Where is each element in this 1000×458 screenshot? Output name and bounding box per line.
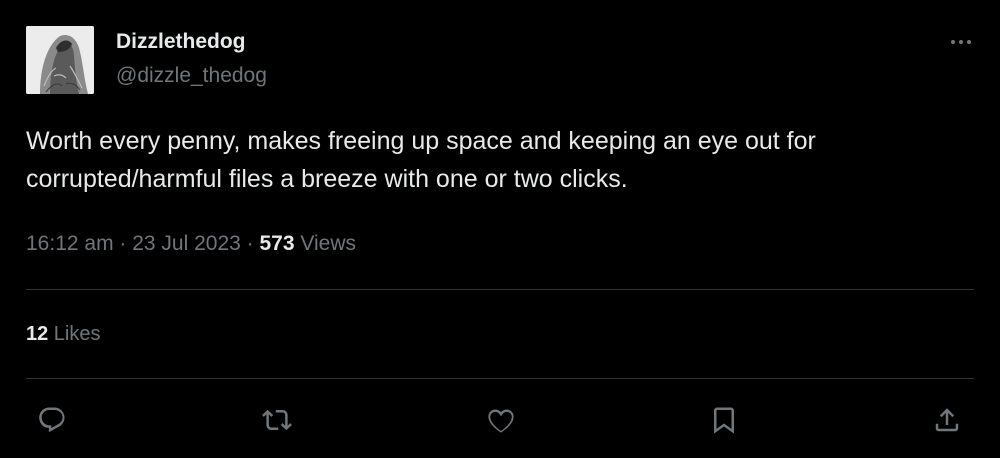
bookmark-icon (714, 407, 734, 434)
likes-link[interactable]: 12 Likes (26, 323, 101, 346)
tweet-text: Worth every penny, makes freeing up spac… (26, 127, 816, 193)
likes-label: Likes (48, 323, 101, 345)
more-horizontal-icon (951, 40, 971, 44)
divider (26, 378, 974, 379)
tweet-meta: 16:12 am · 23 Jul 2023 · 573 Views (26, 232, 356, 256)
likes-count: 12 (26, 323, 49, 345)
views-count: 573 (259, 232, 295, 255)
tweet-date[interactable]: 23 Jul 2023 (132, 232, 241, 255)
author-name[interactable]: Dizzlethedog (116, 30, 246, 54)
meta-separator: · (240, 232, 260, 255)
divider (26, 289, 974, 290)
author-handle[interactable]: @dizzle_thedog (116, 64, 267, 88)
reply-button[interactable] (35, 403, 69, 437)
tweet-header: Dizzlethedog @dizzle_thedog (26, 26, 974, 94)
bookmark-button[interactable] (707, 403, 741, 437)
share-button[interactable] (930, 403, 964, 437)
views-label: Views (294, 232, 357, 255)
share-icon (935, 408, 959, 432)
retweet-button[interactable] (260, 403, 294, 437)
more-options-button[interactable] (948, 30, 974, 54)
reply-icon (39, 407, 65, 433)
meta-separator: · (113, 232, 133, 255)
tweet-time[interactable]: 16:12 am (26, 232, 114, 255)
like-button[interactable] (484, 403, 518, 437)
heart-icon (488, 409, 514, 433)
avatar[interactable] (26, 26, 94, 94)
retweet-icon (262, 409, 292, 431)
